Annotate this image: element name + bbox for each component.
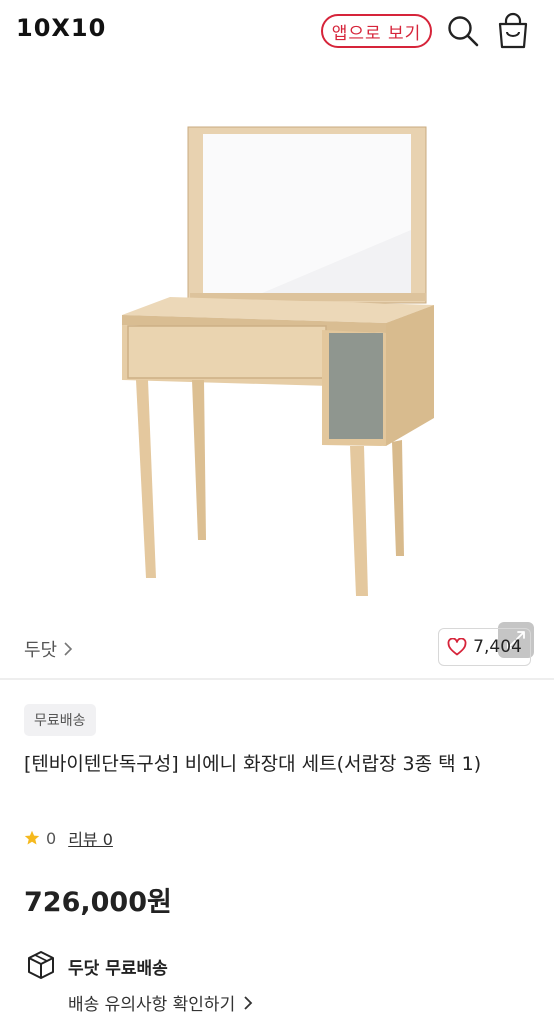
star-icon: [24, 830, 40, 845]
brand-row: 두닷 7,404: [0, 620, 554, 676]
search-icon[interactable]: [446, 14, 480, 48]
chevron-right-icon: [244, 995, 253, 1010]
like-button[interactable]: 7,404: [438, 628, 531, 666]
like-count: 7,404: [473, 637, 522, 657]
brand-name: 두닷: [24, 640, 58, 661]
brand-link[interactable]: 두닷: [24, 636, 73, 662]
rating-value: 0: [46, 828, 57, 848]
product-price: 726,000원: [24, 887, 172, 918]
vanity-illustration: [122, 126, 434, 596]
chevron-right-icon: [64, 642, 73, 656]
rating-row: 0 리뷰 0: [24, 826, 113, 850]
review-link[interactable]: 리뷰 0: [68, 826, 113, 850]
site-logo[interactable]: 10X10: [16, 14, 106, 42]
heart-icon: [447, 638, 467, 656]
top-header: 10X10 앱으로 보기: [0, 0, 554, 64]
shopping-bag-icon[interactable]: [495, 12, 531, 50]
delivery-notice-link[interactable]: 배송 유의사항 확인하기: [68, 990, 253, 1015]
product-image[interactable]: [0, 64, 554, 658]
open-in-app-button[interactable]: 앱으로 보기: [321, 14, 432, 48]
delivery-title: 두닷 무료배송: [68, 959, 168, 979]
product-title: [텐바이텐단독구성] 비에니 화장대 세트(서랍장 3종 택 1): [24, 753, 482, 775]
section-divider: [0, 678, 554, 680]
delivery-notice-label: 배송 유의사항 확인하기: [68, 995, 236, 1015]
free-shipping-badge: 무료배송: [24, 704, 96, 736]
package-box-icon: [28, 951, 54, 979]
